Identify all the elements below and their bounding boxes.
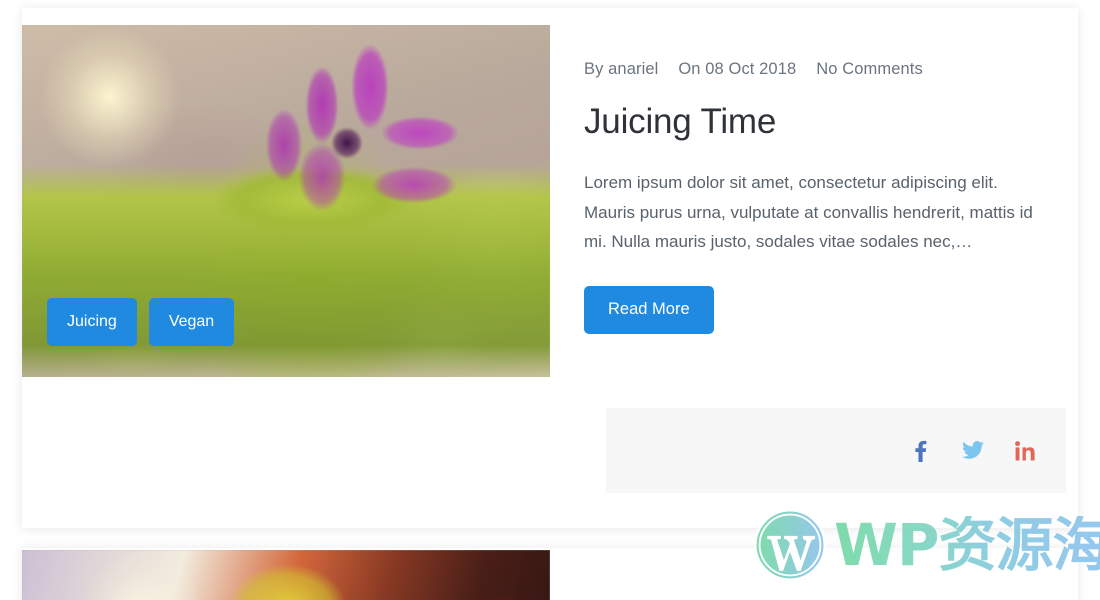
post-comments-count[interactable]: No Comments	[816, 60, 923, 79]
linkedin-icon[interactable]	[1014, 440, 1036, 462]
post-card: Juicing Vegan By anariel On 08 Oct 2018 …	[22, 8, 1078, 528]
tag-juicing[interactable]: Juicing	[47, 298, 137, 346]
post-tag-list: Juicing Vegan	[47, 298, 235, 346]
post-title[interactable]: Juicing Time	[584, 102, 1054, 141]
post-date: On 08 Oct 2018	[678, 60, 797, 78]
post-content: By anariel On 08 Oct 2018 No Comments Ju…	[584, 60, 1054, 334]
post-card	[22, 548, 1078, 600]
post-excerpt: Lorem ipsum dolor sit amet, consectetur …	[584, 173, 1033, 252]
twitter-icon[interactable]	[962, 440, 984, 462]
read-more-button[interactable]: Read More	[584, 285, 714, 334]
facebook-icon[interactable]	[910, 440, 932, 462]
post-author[interactable]: By anariel	[584, 60, 658, 79]
post-meta: By anariel On 08 Oct 2018 No Comments	[584, 60, 1054, 79]
post-featured-image[interactable]	[22, 550, 550, 600]
post-featured-image[interactable]: Juicing Vegan	[22, 25, 550, 377]
blog-listing-page: Juicing Vegan By anariel On 08 Oct 2018 …	[0, 0, 1100, 600]
tag-vegan[interactable]: Vegan	[148, 298, 235, 346]
post-share-box	[606, 408, 1066, 493]
cocktail-photo	[22, 550, 550, 600]
